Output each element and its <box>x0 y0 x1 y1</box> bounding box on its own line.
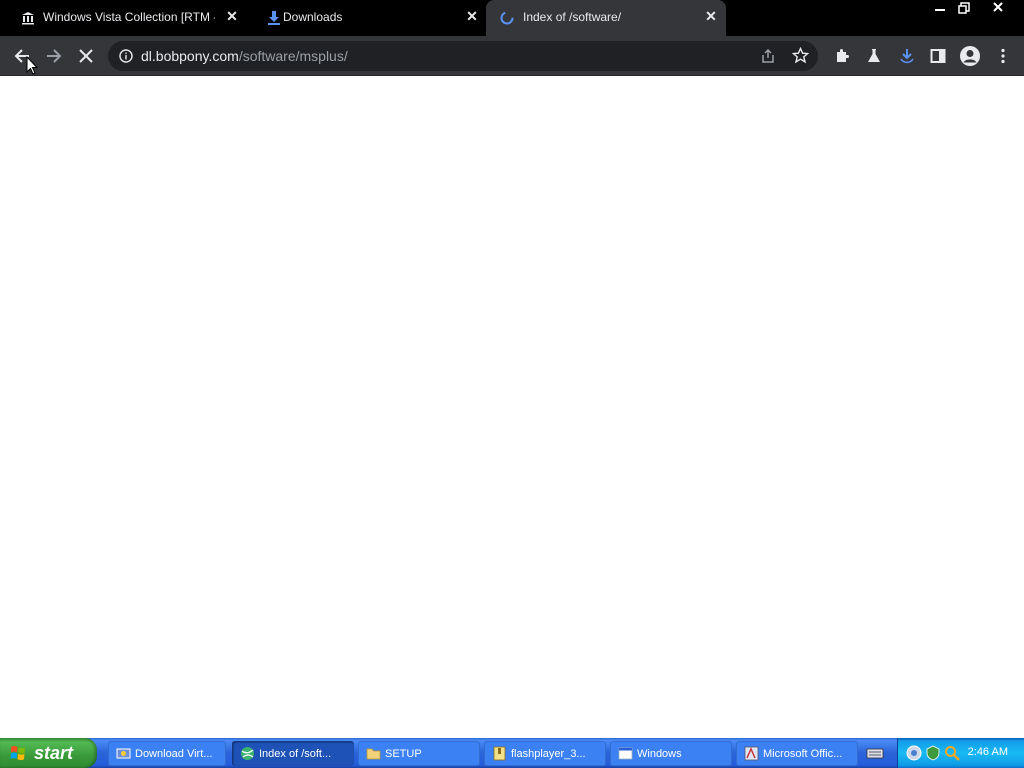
profile-icon[interactable] <box>956 42 984 70</box>
close-icon[interactable]: ✕ <box>464 8 480 24</box>
archive-icon <box>20 10 36 26</box>
tab-title: Index of /software/ <box>523 10 622 24</box>
task-label: Windows <box>637 747 682 760</box>
tab-title: Downloads <box>283 10 343 24</box>
side-panel-icon[interactable] <box>924 42 952 70</box>
task-label: Microsoft Offic... <box>763 747 843 760</box>
window-icon <box>618 747 633 760</box>
restore-icon[interactable] <box>952 0 976 18</box>
security-icon[interactable] <box>925 745 941 766</box>
close-icon[interactable]: ✕ <box>703 8 719 24</box>
taskbar-item-setup[interactable]: SETUP <box>358 741 480 766</box>
download-icon <box>266 10 282 26</box>
extensions-icon[interactable] <box>828 42 856 70</box>
taskbar-item-index-of-software[interactable]: Index of /soft... <box>232 741 354 766</box>
forward-icon <box>47 49 62 63</box>
url-text[interactable]: dl.bobpony.com/software/msplus/ <box>141 48 348 64</box>
office-installer-icon <box>744 746 759 761</box>
system-tray: 2:46 AM <box>897 738 1024 768</box>
windows-flag-icon <box>10 746 25 761</box>
close-icon[interactable]: ✕ <box>224 8 240 24</box>
stop-icon <box>79 49 93 63</box>
url-path: /software/msplus/ <box>238 48 348 64</box>
virtualbox-icon <box>116 748 131 759</box>
close-window-icon[interactable] <box>986 0 1010 18</box>
page-content <box>0 77 1024 738</box>
stop-button[interactable] <box>72 42 100 70</box>
archive-file-icon <box>493 746 506 761</box>
menu-icon[interactable] <box>989 42 1017 70</box>
info-icon[interactable] <box>119 49 133 68</box>
loading-spinner-icon <box>499 10 515 26</box>
folder-icon <box>366 748 381 760</box>
tab-windows-vista-collection[interactable]: Windows Vista Collection [RTM - SP2 ✕ <box>0 0 244 34</box>
download-progress-icon[interactable] <box>893 42 921 70</box>
network-icon[interactable] <box>906 745 922 766</box>
tab-strip: Windows Vista Collection [RTM - SP2 ✕ Do… <box>0 0 1024 36</box>
tab-title: Windows Vista Collection [RTM - SP2 <box>43 10 215 24</box>
task-label: Index of /soft... <box>259 747 332 760</box>
tab-index-of-software[interactable]: Index of /software/ ✕ <box>486 0 726 36</box>
search-icon[interactable] <box>944 745 960 766</box>
taskbar-item-windows[interactable]: Windows <box>610 741 732 766</box>
tab-downloads[interactable]: Downloads ✕ <box>246 0 484 34</box>
keyboard-icon[interactable] <box>866 746 884 765</box>
taskbar-item-download-virt[interactable]: Download Virt... <box>108 741 226 766</box>
taskbar-item-microsoft-office[interactable]: Microsoft Offic... <box>736 741 858 766</box>
clock[interactable]: 2:46 AM <box>968 746 1008 758</box>
mouse-cursor-icon <box>26 55 39 81</box>
task-label: SETUP <box>385 747 422 760</box>
start-label: start <box>34 742 74 763</box>
task-label: Download Virt... <box>135 747 213 760</box>
address-bar[interactable]: dl.bobpony.com/software/msplus/ <box>108 41 818 71</box>
forward-button[interactable] <box>40 42 68 70</box>
minimize-icon[interactable] <box>928 0 952 18</box>
taskbar-item-flashplayer[interactable]: flashplayer_3... <box>484 741 606 766</box>
url-host: dl.bobpony.com <box>141 48 239 64</box>
star-icon[interactable] <box>791 46 810 69</box>
browser-icon <box>241 747 254 760</box>
labs-icon[interactable] <box>860 42 888 70</box>
taskbar: start Download Virt... Index of /soft...… <box>0 738 1024 768</box>
browser-toolbar: dl.bobpony.com/software/msplus/ <box>0 36 1024 76</box>
share-icon[interactable] <box>760 48 776 69</box>
start-button[interactable]: start <box>0 738 97 768</box>
task-label: flashplayer_3... <box>511 747 586 760</box>
